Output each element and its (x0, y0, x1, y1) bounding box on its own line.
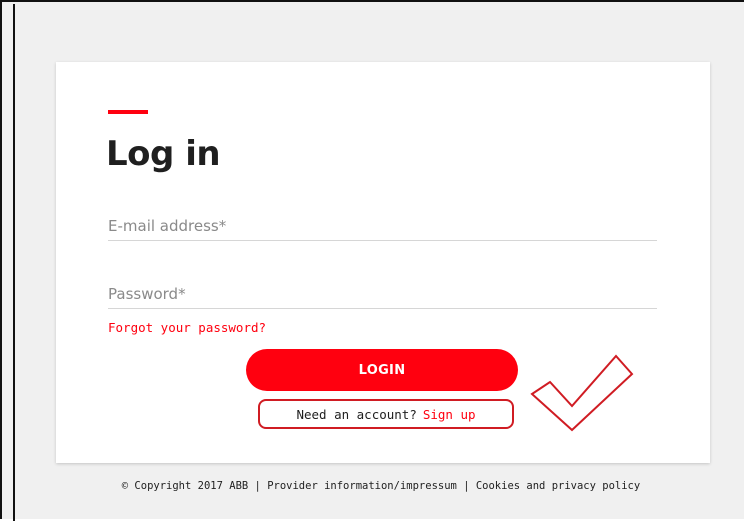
window-border (13, 4, 15, 521)
page-frame: Log in Forgot your password? LOGIN Need … (0, 0, 744, 521)
page-title: Log in (106, 134, 221, 174)
footer-separator: | (463, 480, 470, 492)
provider-info-link[interactable]: Provider information/impressum (267, 480, 457, 492)
login-button[interactable]: LOGIN (246, 349, 518, 391)
signup-prompt: Need an account? (296, 406, 417, 422)
signup-link[interactable]: Sign up (423, 407, 476, 422)
copyright-text: © Copyright 2017 ABB (121, 480, 249, 492)
password-field[interactable] (108, 280, 657, 309)
footer-separator: | (254, 480, 261, 492)
checkmark-icon (530, 354, 634, 432)
email-field[interactable] (108, 212, 657, 241)
cookies-policy-link[interactable]: Cookies and privacy policy (476, 480, 640, 492)
footer: © Copyright 2017 ABB | Provider informat… (2, 480, 744, 492)
forgot-password-link[interactable]: Forgot your password? (108, 320, 266, 335)
title-accent-bar (108, 110, 148, 114)
signup-row: Need an account? Sign up (258, 399, 514, 429)
